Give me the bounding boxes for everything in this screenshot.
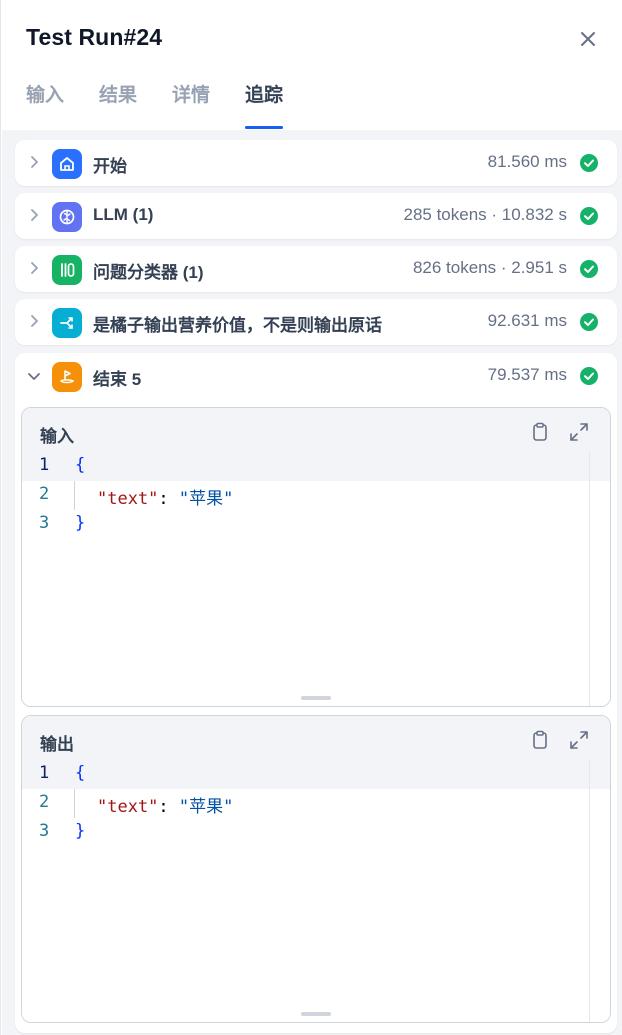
clipboard-icon[interactable] [529,421,551,443]
chevron-right-icon [31,209,38,221]
node-title: 结束 5 [93,370,142,389]
output-code-area[interactable]: 1 { 2 "text": "苹果" 3 } [22,760,610,1022]
node-title: 是橘子输出营养价值，不是则输出原话 [93,316,382,335]
success-check-icon [580,207,598,225]
indent-guide [74,789,75,818]
node-usage: 285 tokens · 10.832 s [403,205,567,224]
tab-tracing[interactable]: 追踪 [245,82,284,130]
json-key: "text" [97,489,159,509]
code-open-brace: { [75,455,86,475]
close-button[interactable] [575,26,601,52]
page-title: Test Run#24 [26,24,163,50]
success-check-icon [580,260,598,278]
trace-node-condition[interactable]: 是橘子输出营养价值，不是则输出原话 92.631 ms [15,299,617,345]
scrollbar[interactable] [589,452,590,706]
home-icon [52,149,82,179]
trace-node-end-header[interactable]: 结束 5 79.537 ms [15,353,617,399]
code-line: 3 } [22,818,610,847]
json-value: "苹果" [178,489,234,509]
input-code-editor: 输入 1 { 2 "text": "苹果" 3} [21,407,611,707]
line-number: 2 [39,792,50,812]
code-line: 3 } [22,510,610,539]
code-line: 2 "text": "苹果" [22,789,610,818]
trace-node-end: 结束 5 79.537 ms 输入 1 { 2 "text": "苹果" 3}… [15,353,617,1033]
code-line: 1 { [22,452,610,481]
code-content: "text": "苹果" [97,484,233,509]
trace-node-classifier[interactable]: 问题分类器 (1) 826 tokens · 2.951 s [15,246,617,292]
line-number: 2 [39,484,50,504]
success-check-icon [580,313,598,331]
node-title: LLM (1) [93,205,154,224]
tab-result[interactable]: 结果 [99,82,137,130]
clipboard-icon[interactable] [529,729,551,751]
code-line: 1 { [22,760,610,789]
line-number: 3 [39,513,50,533]
code-close-brace: } [75,821,86,841]
trace-node-start[interactable]: 开始 81.560 ms [15,140,617,186]
success-check-icon [580,367,598,385]
json-value: "苹果" [178,797,234,817]
json-colon: : [158,797,179,817]
scrollbar[interactable] [589,760,590,1022]
tab-input[interactable]: 输入 [26,82,64,130]
brain-icon [52,202,82,232]
code-content: "text": "苹果" [97,792,233,817]
expand-icon[interactable] [568,421,590,443]
input-code-area[interactable]: 1 { 2 "text": "苹果" 3 } [22,452,610,706]
success-check-icon [580,154,598,172]
input-editor-header: 输入 [22,408,610,452]
resize-handle[interactable] [301,1012,331,1016]
panel-header: Test Run#24 输入 结果 详情 追踪 [1,0,622,130]
input-editor-title: 输入 [40,427,74,446]
tab-detail[interactable]: 详情 [172,82,210,130]
indent-guide [74,481,75,510]
node-title: 问题分类器 (1) [93,263,204,282]
code-close-brace: } [75,513,86,533]
line-number: 1 [39,455,50,475]
trace-list: 开始 81.560 ms LLM (1) 285 tokens · 10.832… [2,130,622,1035]
tab-bar: 输入 结果 详情 追踪 [26,82,318,130]
code-line: 2 "text": "苹果" [22,481,610,510]
line-number: 3 [39,821,50,841]
json-key: "text" [97,797,159,817]
line-number: 1 [39,763,50,783]
code-open-brace: { [75,763,86,783]
branch-icon [52,308,82,338]
chevron-right-icon [31,315,38,327]
node-title: 开始 [93,157,127,176]
output-editor-header: 输出 [22,716,610,760]
close-icon [581,32,595,46]
chevron-right-icon [31,262,38,274]
node-duration: 79.537 ms [487,365,567,384]
trace-node-llm[interactable]: LLM (1) 285 tokens · 10.832 s [15,193,617,239]
flag-icon [52,362,82,392]
resize-handle[interactable] [301,696,331,700]
chevron-down-icon [28,373,40,380]
classifier-icon [52,255,82,285]
trace-panel: Test Run#24 输入 结果 详情 追踪 开始 81.560 ms LLM [0,0,622,1035]
node-usage: 826 tokens · 2.951 s [412,258,567,277]
node-duration: 92.631 ms [487,311,567,330]
output-code-editor: 输出 1 { 2 "text": "苹果" 3} [21,715,611,1023]
expand-icon[interactable] [568,729,590,751]
chevron-right-icon [31,156,38,168]
output-editor-title: 输出 [40,735,74,754]
node-duration: 81.560 ms [487,152,567,171]
json-colon: : [158,489,179,509]
